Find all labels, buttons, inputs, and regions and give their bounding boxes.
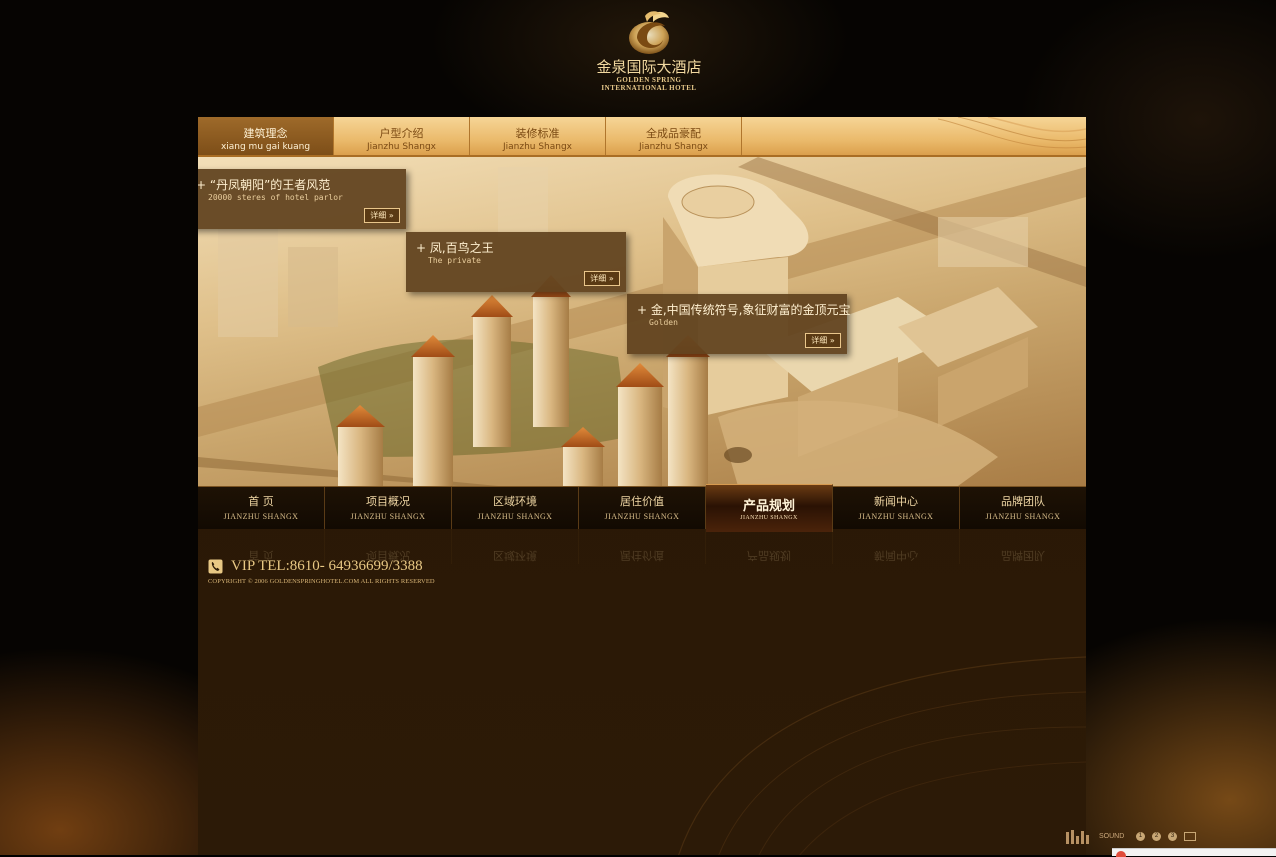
- tab-label-cn: 全成品豪配: [646, 127, 701, 140]
- nav-item-news[interactable]: 新闻中心 JIANZHU SHANGX: [833, 487, 960, 529]
- tab-floor-plans[interactable]: 户型介绍 Jianzhu Shangx: [334, 117, 470, 155]
- background-swirl-decoration: [678, 656, 1086, 855]
- details-button-label: 详细: [811, 336, 828, 345]
- tab-bar-swirl-decoration: [938, 117, 1086, 149]
- sound-label: SOUND: [1099, 833, 1125, 840]
- tab-label-cn: 户型介绍: [379, 127, 424, 140]
- hotel-name-en-line1: GOLDEN SPRING: [616, 76, 682, 84]
- nav-label-cn: 新闻中心: [874, 495, 918, 508]
- callout-golden-ingot[interactable]: + 金,中国传统符号,象征财富的金顶元宝 Golden 详细 »: [627, 294, 851, 354]
- nav-label-en: JIANZHU SHANGX: [985, 512, 1061, 521]
- equalizer-icon[interactable]: [1066, 828, 1092, 844]
- details-button[interactable]: 详细 »: [364, 208, 400, 223]
- tab-label-cn: 装修标准: [515, 127, 560, 140]
- callout-subtitle: Golden: [649, 318, 678, 327]
- nav-item-home[interactable]: 首 页 JIANZHU SHANGX: [198, 487, 325, 529]
- nav-label-cn: 项目概况: [366, 495, 410, 508]
- tab-label-en: Jianzhu Shangx: [502, 142, 573, 152]
- details-button[interactable]: 详细 »: [805, 333, 841, 348]
- nav-label-en: JIANZHU SHANGX: [740, 515, 798, 521]
- page-button-1[interactable]: 1: [1136, 832, 1145, 841]
- nav-item-location[interactable]: 区域环境 JIANZHU SHANGX: [452, 487, 579, 529]
- tab-label-cn: 建筑理念: [243, 127, 288, 140]
- nav-label-cn: 区域环境: [493, 495, 537, 508]
- callout-subtitle: 20000 steres of hotel parlor: [208, 193, 343, 202]
- tab-full-finish[interactable]: 全成品豪配 Jianzhu Shangx: [606, 117, 742, 155]
- callout-royal-style[interactable]: + “丹凤朝阳”的王者风范 20000 steres of hotel parl…: [198, 169, 406, 229]
- details-button[interactable]: 详细 »: [584, 271, 620, 286]
- page-button-3[interactable]: 3: [1168, 832, 1177, 841]
- tab-decoration-standard[interactable]: 装修标准 Jianzhu Shangx: [470, 117, 606, 155]
- tab-architecture-concept[interactable]: 建筑理念 xiang mu gai kuang: [198, 117, 334, 155]
- nav-item-product-planning[interactable]: 产品规划 JIANZHU SHANGX: [706, 484, 833, 532]
- nav-label-en: JIANZHU SHANGX: [604, 512, 680, 521]
- nav-label-en: JIANZHU SHANGX: [477, 512, 553, 521]
- nav-item-project-overview[interactable]: 项目概况 JIANZHU SHANGX: [325, 487, 452, 529]
- phoenix-emblem-icon: [629, 11, 669, 54]
- tab-label-en: xiang mu gai kuang: [220, 142, 311, 152]
- nav-label-cn: 居住价值: [620, 495, 664, 508]
- nav-item-brand-team[interactable]: 品牌团队 JIANZHU SHANGX: [960, 487, 1086, 529]
- nav-label-en: JIANZHU SHANGX: [223, 512, 299, 521]
- details-button-label: 详细: [590, 274, 607, 283]
- mail-icon[interactable]: [1184, 832, 1196, 841]
- callout-title: + 凤,百鸟之王: [416, 241, 494, 255]
- nav-label-cn: 首 页: [248, 495, 274, 508]
- tab-label-en: Jianzhu Shangx: [366, 142, 437, 152]
- callout-subtitle: The private: [428, 256, 481, 265]
- callout-title: + “丹凤朝阳”的王者风范: [198, 178, 331, 192]
- main-panel: 建筑理念 xiang mu gai kuang 户型介绍 Jianzhu Sha…: [198, 117, 1086, 855]
- main-nav-bar: 首 页 JIANZHU SHANGX 项目概况 JIANZHU SHANGX 区…: [198, 484, 1086, 532]
- nav-item-living-value[interactable]: 居住价值 JIANZHU SHANGX: [579, 487, 706, 529]
- details-button-label: 详细: [370, 211, 387, 220]
- callout-title: + 金,中国传统符号,象征财富的金顶元宝: [637, 303, 851, 317]
- double-chevron-right-icon: »: [829, 336, 835, 345]
- double-chevron-right-icon: »: [388, 211, 394, 220]
- hotel-name-en-line2: INTERNATIONAL HOTEL: [601, 84, 697, 92]
- nav-label-cn: 品牌团队: [1001, 495, 1045, 508]
- sound-control-bar: SOUND 1 2 3: [1066, 828, 1206, 846]
- top-tab-bar: 建筑理念 xiang mu gai kuang 户型介绍 Jianzhu Sha…: [198, 117, 1086, 157]
- hotel-name-cn: 金泉国际大酒店: [596, 58, 702, 76]
- callout-phoenix-king[interactable]: + 凤,百鸟之王 The private 详细 »: [406, 232, 626, 292]
- nav-label-en: JIANZHU SHANGX: [858, 512, 934, 521]
- page-button-2[interactable]: 2: [1152, 832, 1161, 841]
- hotel-logo[interactable]: 金泉国际大酒店 GOLDEN SPRING INTERNATIONAL HOTE…: [590, 8, 708, 96]
- hero-aerial-rendering: + “丹凤朝阳”的王者风范 20000 steres of hotel parl…: [198, 157, 1086, 486]
- nav-label-cn: 产品规划: [742, 499, 795, 514]
- widget-dot-icon: [1116, 851, 1126, 857]
- nav-label-en: JIANZHU SHANGX: [350, 512, 426, 521]
- tab-label-en: Jianzhu Shangx: [638, 142, 709, 152]
- double-chevron-right-icon: »: [608, 274, 614, 283]
